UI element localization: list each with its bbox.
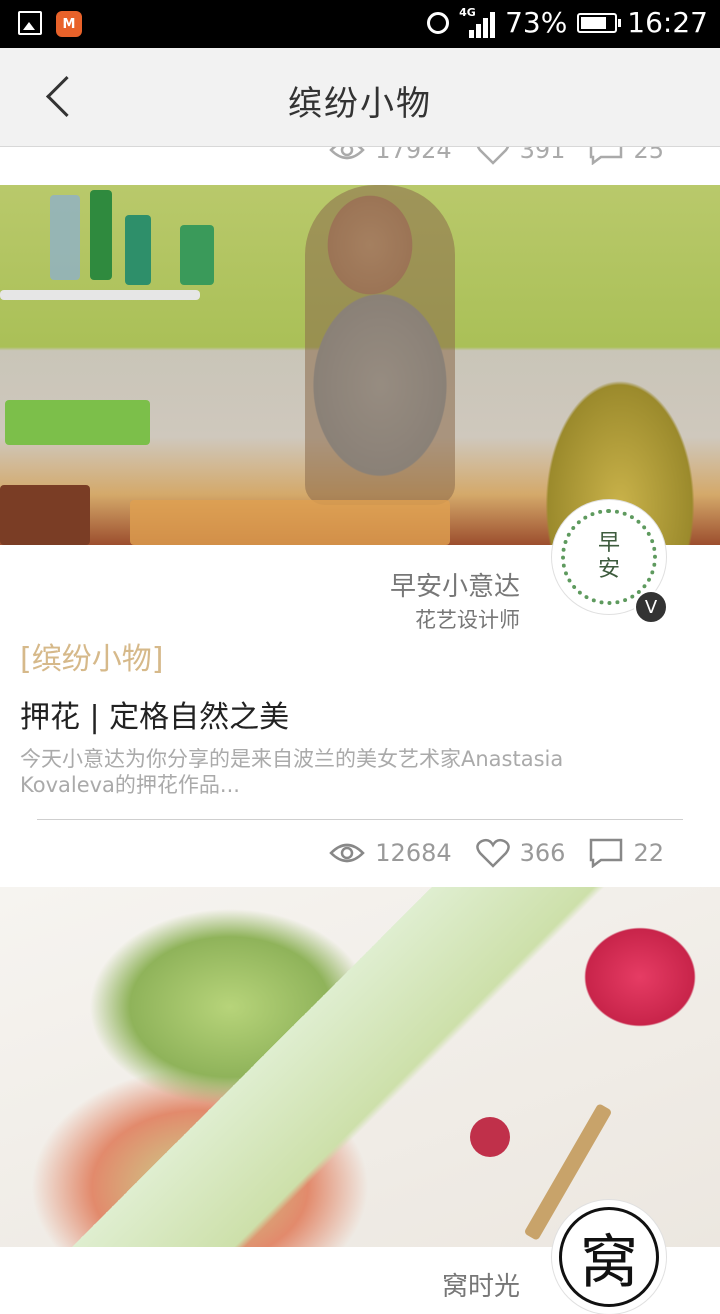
heart-icon bbox=[475, 838, 510, 868]
notification-icons: M bbox=[18, 11, 82, 37]
app-notification-icon: M bbox=[56, 11, 82, 37]
author-name[interactable]: 早安小意达 bbox=[390, 566, 520, 603]
author-name[interactable]: 窝时光 bbox=[442, 1266, 520, 1303]
divider bbox=[37, 819, 683, 820]
system-status: 4G 73% 16:27 bbox=[427, 6, 708, 39]
eye-icon bbox=[329, 843, 366, 863]
signal-icon: 4G bbox=[459, 5, 496, 38]
comment-count-value: 22 bbox=[633, 839, 664, 867]
author-role: 花艺设计师 bbox=[415, 608, 520, 632]
like-count-value: 366 bbox=[519, 839, 566, 867]
view-count-value: 12684 bbox=[375, 839, 452, 867]
app-header: 缤纷小物 bbox=[0, 48, 720, 147]
like-button[interactable]: 366 bbox=[475, 838, 566, 868]
article-cover-image[interactable] bbox=[0, 185, 720, 545]
article-title[interactable]: 押花 | 定格自然之美 bbox=[20, 692, 289, 736]
avatar-logo-text: 早安 bbox=[597, 531, 620, 582]
clock: 16:27 bbox=[627, 6, 708, 39]
comment-button[interactable]: 22 bbox=[589, 838, 664, 868]
battery-percent: 73% bbox=[505, 6, 568, 39]
comment-icon bbox=[590, 838, 623, 868]
article-stats: 12684 366 22 bbox=[329, 832, 664, 874]
verified-badge: V bbox=[634, 590, 668, 624]
article-cover-image[interactable] bbox=[0, 887, 720, 1247]
view-count: 12684 bbox=[329, 839, 452, 867]
alarm-icon bbox=[427, 11, 450, 34]
gallery-icon bbox=[18, 11, 42, 35]
status-bar: M 4G 73% 16:27 bbox=[0, 0, 720, 48]
article-category[interactable]: [缤纷小物] bbox=[20, 634, 163, 678]
battery-icon bbox=[577, 12, 622, 33]
article-summary[interactable]: 今天小意达为你分享的是来自波兰的美女艺术家Anastasia Kovaleva的… bbox=[20, 746, 640, 798]
network-type: 4G bbox=[459, 5, 476, 19]
author-avatar[interactable]: 窝 bbox=[552, 1200, 666, 1314]
avatar-logo-text: 窝 bbox=[559, 1207, 659, 1307]
page-title: 缤纷小物 bbox=[288, 84, 432, 124]
floral-wreath-logo: 早安 bbox=[561, 509, 657, 605]
